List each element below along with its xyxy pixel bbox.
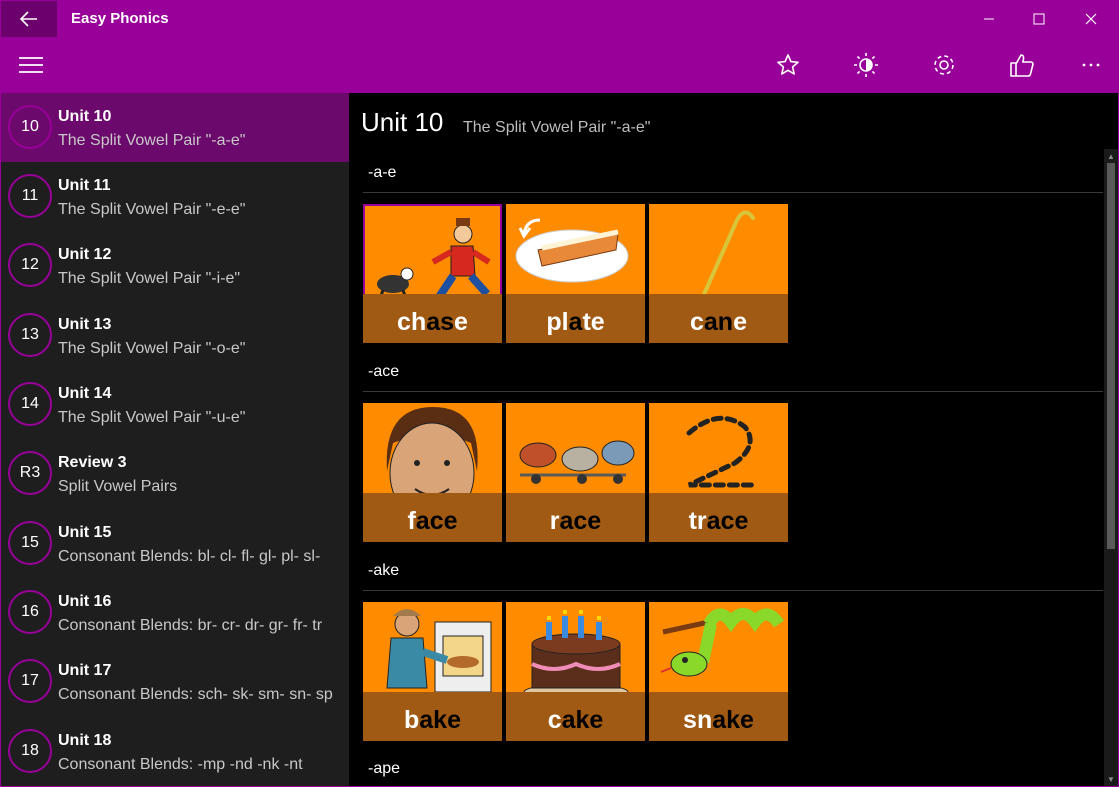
word-label: snake bbox=[683, 706, 754, 734]
unit-content: Unit 10 The Split Vowel Pair "-a-e" -a-e… bbox=[349, 93, 1118, 786]
unit-title: Unit 16 bbox=[58, 593, 112, 610]
brightness-button[interactable] bbox=[844, 43, 888, 87]
section-header: -ake bbox=[368, 562, 400, 579]
unit-title: Unit 14 bbox=[58, 385, 112, 402]
sidebar-item-unit-11[interactable]: 11 Unit 11 The Split Vowel Pair "-e-e" bbox=[1, 162, 349, 231]
word-tile-race[interactable]: race bbox=[506, 403, 645, 542]
unit-title: Unit 10 bbox=[58, 108, 112, 125]
unit-subtitle: The Split Vowel Pair "-u-e" bbox=[58, 409, 246, 426]
section-divider bbox=[363, 192, 1103, 193]
sidebar-item-unit-17[interactable]: 17 Unit 17 Consonant Blends: sch- sk- sm… bbox=[1, 647, 349, 716]
unit-title: Unit 12 bbox=[58, 246, 112, 263]
minimize-icon bbox=[984, 18, 994, 20]
favorite-button[interactable] bbox=[766, 43, 810, 87]
back-arrow-icon bbox=[20, 11, 37, 27]
word-label: plate bbox=[546, 308, 605, 336]
unit-number-badge: 15 bbox=[8, 521, 52, 565]
sidebar-item-unit-10[interactable]: 10 Unit 10 The Split Vowel Pair "-a-e" bbox=[1, 93, 349, 162]
word-label: trace bbox=[688, 507, 749, 535]
unit-number-badge: 11 bbox=[8, 174, 52, 218]
unit-title: Unit 17 bbox=[58, 662, 112, 679]
gear-icon bbox=[934, 55, 954, 75]
command-bar bbox=[1, 37, 1118, 93]
unit-title: Unit 13 bbox=[58, 316, 112, 333]
close-icon bbox=[1085, 13, 1097, 25]
units-sidebar: 10 Unit 10 The Split Vowel Pair "-a-e" 1… bbox=[1, 93, 349, 786]
maximize-button[interactable] bbox=[1014, 1, 1064, 37]
unit-number-badge: 17 bbox=[8, 659, 52, 703]
scroll-down-icon[interactable]: ▼ bbox=[1104, 773, 1118, 785]
thumbs-up-icon bbox=[1010, 54, 1034, 77]
unit-title: Review 3 bbox=[58, 454, 127, 471]
word-tile-plate[interactable]: plate bbox=[506, 204, 645, 343]
unit-subtitle: The Split Vowel Pair "-o-e" bbox=[58, 340, 246, 357]
back-button[interactable] bbox=[1, 1, 57, 37]
section-header: -ace bbox=[368, 363, 400, 380]
page-title: Unit 10 bbox=[361, 107, 444, 137]
unit-title: Unit 18 bbox=[58, 732, 112, 749]
brightness-icon bbox=[854, 53, 878, 77]
word-label: chase bbox=[397, 308, 468, 336]
word-tile-cane[interactable]: cane bbox=[649, 204, 788, 343]
app-title: Easy Phonics bbox=[71, 10, 169, 27]
sidebar-item-unit-13[interactable]: 13 Unit 13 The Split Vowel Pair "-o-e" bbox=[1, 301, 349, 370]
unit-subtitle: The Split Vowel Pair "-a-e" bbox=[58, 132, 246, 149]
word-tile-bake[interactable]: bake bbox=[363, 602, 502, 741]
sidebar-item-unit-18[interactable]: 18 Unit 18 Consonant Blends: -mp -nd -nk… bbox=[1, 717, 349, 786]
minimize-button[interactable] bbox=[964, 1, 1014, 37]
word-label: face bbox=[407, 507, 458, 535]
word-tile-cake[interactable]: cake bbox=[506, 602, 645, 741]
unit-subtitle: Consonant Blends: br- cr- dr- gr- fr- tr bbox=[58, 617, 323, 634]
sidebar-item-unit-14[interactable]: 14 Unit 14 The Split Vowel Pair "-u-e" bbox=[1, 370, 349, 439]
word-label: race bbox=[549, 507, 602, 535]
menu-button[interactable] bbox=[9, 43, 53, 87]
sidebar-item-unit-15[interactable]: 15 Unit 15 Consonant Blends: bl- cl- fl-… bbox=[1, 509, 349, 578]
unit-subtitle: The Split Vowel Pair "-e-e" bbox=[58, 201, 246, 218]
hamburger-menu-icon bbox=[19, 57, 43, 73]
unit-title: Unit 11 bbox=[58, 177, 111, 194]
more-button[interactable] bbox=[1069, 43, 1113, 87]
unit-subtitle: Consonant Blends: bl- cl- fl- gl- pl- sl… bbox=[58, 548, 321, 565]
word-tile-snake[interactable]: snake bbox=[649, 602, 788, 741]
star-icon bbox=[777, 54, 799, 75]
unit-subtitle: The Split Vowel Pair "-i-e" bbox=[58, 270, 241, 287]
word-label: bake bbox=[404, 706, 461, 734]
sidebar-item-unit-16[interactable]: 16 Unit 16 Consonant Blends: br- cr- dr-… bbox=[1, 578, 349, 647]
settings-button[interactable] bbox=[922, 43, 966, 87]
word-tile-trace[interactable]: trace bbox=[649, 403, 788, 542]
unit-number-badge: 16 bbox=[8, 590, 52, 634]
section-header: -ape bbox=[368, 760, 401, 777]
more-icon bbox=[1082, 63, 1100, 67]
word-tile-chase[interactable]: chase bbox=[363, 204, 502, 343]
word-label: cake bbox=[547, 706, 604, 734]
app-window: Easy Phonics 10 Unit 10 The Split Vowel … bbox=[0, 0, 1119, 787]
unit-title: Unit 15 bbox=[58, 524, 112, 541]
scroll-up-icon[interactable]: ▲ bbox=[1104, 150, 1118, 162]
page-subtitle: The Split Vowel Pair "-a-e" bbox=[463, 119, 651, 136]
unit-number-badge: 18 bbox=[8, 729, 52, 773]
rate-button[interactable] bbox=[1000, 43, 1044, 87]
word-label: cane bbox=[690, 308, 747, 336]
unit-number-badge: R3 bbox=[8, 451, 52, 495]
unit-number-badge: 13 bbox=[8, 313, 52, 357]
unit-number-badge: 14 bbox=[8, 382, 52, 426]
scroll-thumb[interactable] bbox=[1107, 163, 1115, 549]
maximize-icon bbox=[1033, 13, 1045, 25]
close-button[interactable] bbox=[1066, 1, 1116, 37]
content-scrollbar[interactable]: ▲ ▼ bbox=[1104, 149, 1118, 786]
unit-number-badge: 10 bbox=[8, 105, 52, 149]
section-divider bbox=[363, 590, 1103, 591]
unit-number-badge: 12 bbox=[8, 243, 52, 287]
section-header: -a-e bbox=[368, 164, 397, 181]
sidebar-item-review-3[interactable]: R3 Review 3 Split Vowel Pairs bbox=[1, 439, 349, 508]
section-divider bbox=[363, 391, 1103, 392]
unit-subtitle: Consonant Blends: -mp -nd -nk -nt bbox=[58, 756, 303, 773]
unit-subtitle: Split Vowel Pairs bbox=[58, 478, 178, 495]
unit-subtitle: Consonant Blends: sch- sk- sm- sn- sp bbox=[58, 686, 333, 703]
title-bar: Easy Phonics bbox=[1, 1, 1118, 37]
sidebar-item-unit-12[interactable]: 12 Unit 12 The Split Vowel Pair "-i-e" bbox=[1, 231, 349, 300]
word-tile-face[interactable]: face bbox=[363, 403, 502, 542]
